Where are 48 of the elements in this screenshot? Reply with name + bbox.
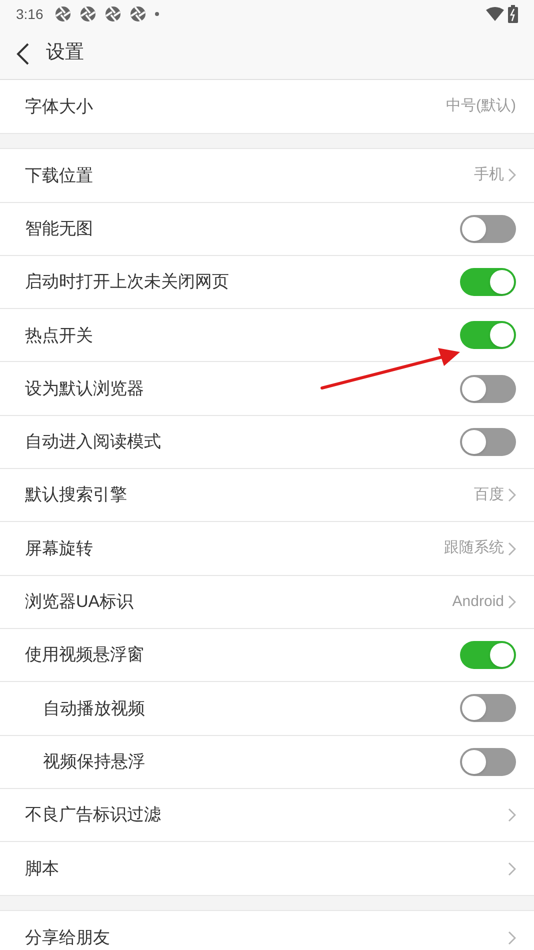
page-title: 设置 — [46, 41, 84, 66]
toggle-switch[interactable] — [460, 321, 516, 350]
settings-row[interactable]: 视频保持悬浮 — [0, 736, 534, 789]
notification-icon — [55, 6, 72, 22]
notification-icon — [130, 6, 146, 22]
battery-icon — [508, 5, 518, 23]
setting-label: 智能无图 — [25, 218, 94, 240]
setting-label: 自动进入阅读模式 — [25, 431, 162, 454]
toggle-switch[interactable] — [460, 748, 516, 776]
setting-value: 手机 — [474, 165, 504, 186]
toggle-switch[interactable] — [460, 641, 516, 670]
setting-label: 自动播放视频 — [43, 698, 146, 720]
chevron-right-icon — [508, 488, 516, 502]
notification-icon — [105, 6, 122, 22]
chevron-right-icon — [508, 594, 516, 609]
setting-value: 百度 — [474, 484, 504, 505]
settings-row[interactable]: 智能无图 — [0, 202, 534, 256]
setting-label: 屏幕旋转 — [25, 538, 94, 560]
setting-label: 分享给朋友 — [25, 927, 111, 950]
setting-label: 下载位置 — [25, 164, 94, 187]
setting-label: 默认搜索引擎 — [25, 484, 128, 506]
setting-label: 浏览器UA标识 — [25, 591, 135, 614]
chevron-right-icon — [508, 168, 516, 182]
setting-label: 启动时打开上次未关闭网页 — [25, 271, 230, 294]
setting-label: 设为默认浏览器 — [25, 378, 145, 400]
chevron-right-icon — [508, 931, 516, 946]
chevron-right-icon — [508, 808, 516, 822]
setting-value: 跟随系统 — [444, 538, 504, 558]
chevron-right-icon — [508, 862, 516, 876]
toggle-switch[interactable] — [460, 374, 516, 403]
setting-label: 不良广告标识过滤 — [25, 804, 162, 826]
setting-value: 中号(默认) — [446, 96, 516, 116]
setting-label: 字体大小 — [25, 96, 94, 118]
setting-label: 视频保持悬浮 — [43, 750, 146, 773]
toggle-switch[interactable] — [460, 428, 516, 456]
status-time: 3:16 — [16, 4, 44, 24]
setting-label: 热点开关 — [25, 324, 94, 347]
wifi-icon — [486, 7, 504, 21]
more-dot-icon — [155, 12, 160, 16]
toggle-switch[interactable] — [460, 268, 516, 296]
setting-label: 脚本 — [25, 858, 60, 880]
setting-label: 使用视频悬浮窗 — [25, 644, 145, 666]
toggle-switch[interactable] — [460, 214, 516, 243]
notification-icon — [80, 6, 96, 22]
chevron-right-icon — [508, 542, 516, 556]
setting-value: Android — [452, 592, 504, 612]
settings-row[interactable]: 浏览器UA标识 Android — [0, 576, 534, 629]
toggle-switch[interactable] — [460, 694, 516, 722]
